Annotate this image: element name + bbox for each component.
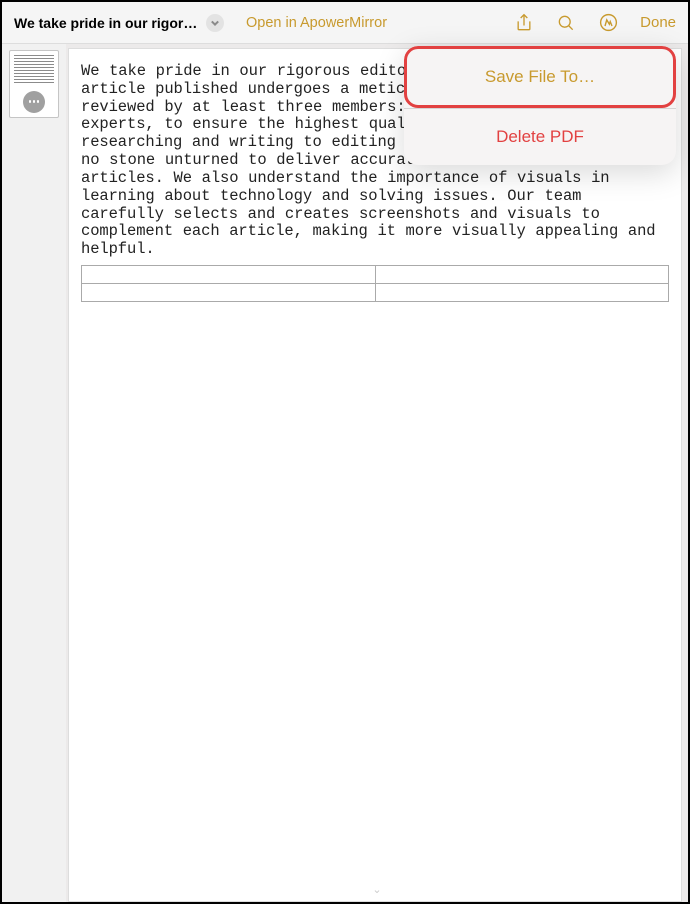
delete-pdf-button[interactable]: Delete PDF <box>404 109 676 165</box>
page-thumbnail[interactable] <box>9 50 59 118</box>
empty-table <box>81 265 669 302</box>
thumbnail-sidebar <box>2 44 66 902</box>
search-icon[interactable] <box>555 12 577 34</box>
action-popover: Save File To… Delete PDF <box>404 46 676 165</box>
document-page: We take pride in our rigorous editorial … <box>68 48 682 902</box>
more-icon[interactable] <box>23 91 45 113</box>
share-icon[interactable] <box>513 12 535 34</box>
document-title: We take pride in our rigorous edito… <box>14 15 200 31</box>
open-in-button[interactable]: Open in ApowerMirror <box>246 15 387 31</box>
table-row <box>82 265 669 283</box>
done-button[interactable]: Done <box>640 14 676 31</box>
toolbar: We take pride in our rigorous edito… Ope… <box>2 2 688 44</box>
table-row <box>82 283 669 301</box>
page-viewport[interactable]: We take pride in our rigorous editorial … <box>66 44 688 902</box>
chevron-down-icon[interactable] <box>206 14 224 32</box>
thumbnail-preview <box>14 55 54 83</box>
markup-icon[interactable] <box>597 12 619 34</box>
document-title-group[interactable]: We take pride in our rigorous edito… <box>14 14 224 32</box>
page-indicator: ⌄ <box>372 883 381 896</box>
save-file-to-button[interactable]: Save File To… <box>404 46 676 108</box>
content-area: We take pride in our rigorous editorial … <box>2 44 688 902</box>
